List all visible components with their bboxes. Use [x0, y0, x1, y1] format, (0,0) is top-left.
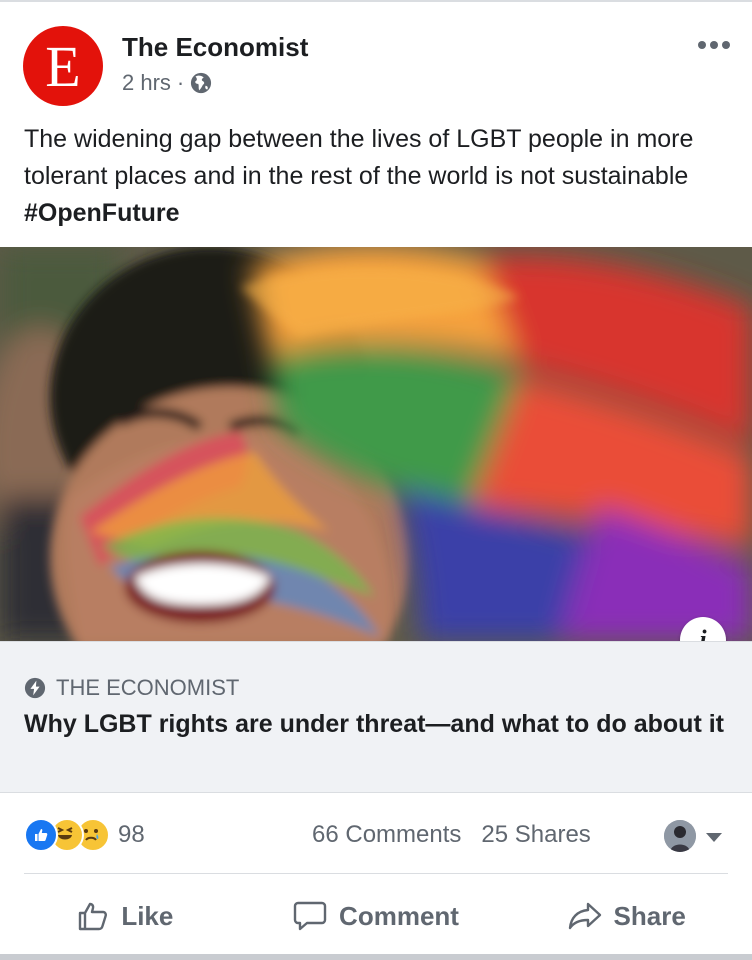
reactions-count: 98	[118, 821, 145, 848]
reaction-profile-avatar[interactable]	[664, 820, 696, 852]
like-button[interactable]: Like	[0, 876, 251, 956]
article-image[interactable]	[0, 247, 752, 641]
comments-count[interactable]: 66 Comments	[312, 821, 461, 849]
post-meta: 2 hrs ·	[122, 70, 212, 96]
reactions-summary[interactable]: 98	[24, 818, 145, 852]
post-body: The widening gap between the lives of LG…	[24, 125, 694, 190]
post-text: The widening gap between the lives of LG…	[24, 121, 736, 232]
comments-shares: 66 Comments 25 Shares	[312, 821, 591, 849]
link-source-label: THE ECONOMIST	[56, 675, 240, 700]
chevron-down-icon[interactable]	[706, 833, 722, 842]
page-name[interactable]: The Economist	[122, 32, 308, 63]
post-stats: 98 66 Comments 25 Shares	[0, 808, 752, 864]
link-title[interactable]: Why LGBT rights are under threat—and wha…	[24, 708, 724, 741]
share-button[interactable]: Share	[501, 876, 752, 956]
like-reaction-icon	[24, 818, 58, 852]
share-label: Share	[613, 900, 686, 931]
page-avatar[interactable]: E	[23, 26, 103, 106]
share-arrow-icon	[568, 902, 601, 930]
comment-button[interactable]: Comment	[251, 876, 502, 956]
feed-separator	[0, 954, 752, 960]
meta-separator: ·	[176, 70, 185, 95]
action-bar: Like Comment Share	[0, 876, 752, 956]
avatar-logo-letter: E	[45, 34, 81, 99]
comment-bubble-icon	[293, 901, 327, 931]
hashtag-link[interactable]: #OpenFuture	[24, 199, 180, 227]
link-preview[interactable]: THE ECONOMIST Why LGBT rights are under …	[0, 641, 752, 793]
globe-icon[interactable]	[190, 72, 212, 94]
instant-article-bolt-icon	[24, 677, 46, 699]
like-label: Like	[121, 900, 174, 931]
link-source: THE ECONOMIST	[24, 675, 239, 701]
thumbs-up-icon	[79, 902, 108, 931]
post-time[interactable]: 2 hrs	[122, 70, 171, 96]
actions-divider	[24, 873, 728, 874]
shares-count[interactable]: 25 Shares	[481, 821, 590, 849]
top-border	[0, 0, 752, 2]
more-options-icon[interactable]	[698, 33, 730, 57]
comment-label: Comment	[339, 900, 459, 931]
